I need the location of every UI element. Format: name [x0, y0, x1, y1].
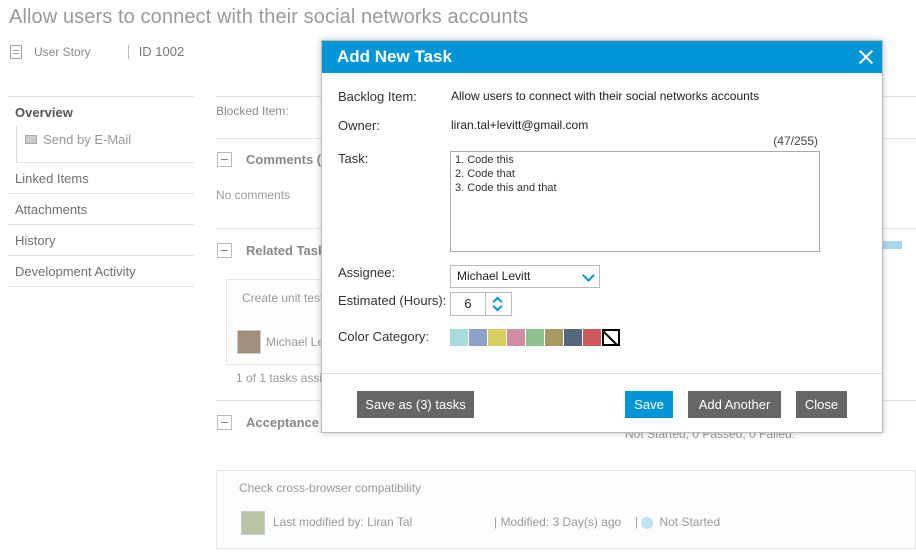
- color-swatch[interactable]: [564, 329, 582, 346]
- close-icon[interactable]: [858, 49, 874, 65]
- save-as-tasks-button[interactable]: Save as (3) tasks: [357, 391, 474, 418]
- related-tasks-section-header: Related Tasks: [217, 243, 332, 258]
- collapse-comments-button[interactable]: [217, 152, 232, 167]
- test-card[interactable]: Check cross-browser compatibility Last m…: [216, 470, 916, 549]
- hours-label: Estimated (Hours):: [338, 293, 447, 308]
- collapse-acceptance-tests-button[interactable]: [217, 415, 232, 430]
- hours-stepper[interactable]: [486, 292, 512, 316]
- nav-linked-items[interactable]: Linked Items: [8, 163, 194, 194]
- owner-value: liran.tal+levitt@gmail.com: [451, 118, 589, 132]
- no-color-swatch[interactable]: [602, 329, 620, 346]
- test-last-modified: Last modified by: Liran Tal: [273, 515, 413, 529]
- send-by-email-link[interactable]: Send by E-Mail: [16, 126, 194, 163]
- nav-attachments[interactable]: Attachments: [8, 194, 194, 225]
- collapse-related-tasks-button[interactable]: [217, 243, 232, 258]
- avatar: [237, 330, 261, 354]
- nav-development-activity[interactable]: Development Activity: [8, 256, 194, 287]
- test-card-title: Check cross-browser compatibility: [239, 481, 422, 495]
- item-id: ID 1002: [138, 44, 185, 59]
- page-title: Allow users to connect with their social…: [9, 6, 529, 28]
- test-modified: | Modified: 3 Day(s) ago: [494, 515, 622, 529]
- meta-separator: [127, 44, 129, 59]
- assignee-label: Assignee:: [338, 265, 396, 280]
- left-nav: Overview Send by E-Mail Linked Items Att…: [8, 96, 194, 287]
- color-swatches: [450, 329, 620, 346]
- blocked-item-label: Blocked Item:: [216, 104, 289, 118]
- comments-section-header: Comments (0: [217, 152, 328, 167]
- assignee-value: Michael Levitt: [457, 269, 531, 283]
- nav-history[interactable]: History: [8, 225, 194, 256]
- color-category-label: Color Category:: [338, 329, 430, 344]
- item-meta: User Story ID 1002: [10, 44, 184, 59]
- task-textarea[interactable]: [450, 151, 820, 252]
- not-started-icon: [641, 516, 654, 529]
- no-comments-text: No comments: [216, 188, 291, 202]
- user-story-icon: [10, 44, 22, 59]
- tasks-count: 1 of 1 tasks assi: [236, 371, 323, 385]
- save-button[interactable]: Save: [625, 391, 673, 418]
- mail-icon: [25, 135, 37, 144]
- test-modified-text: Modified: 3 Day(s) ago: [500, 515, 622, 529]
- send-by-email-label: Send by E-Mail: [43, 132, 132, 147]
- add-new-task-dialog: Add New Task Backlog Item: Allow users t…: [321, 40, 883, 433]
- task-card[interactable]: Create unit tests Michael Lev: [226, 279, 336, 365]
- dialog-footer-divider: [322, 373, 882, 374]
- close-button[interactable]: Close: [796, 391, 847, 418]
- test-status: | Not Started: [635, 515, 721, 529]
- owner-label: Owner:: [338, 118, 380, 133]
- color-swatch[interactable]: [583, 329, 601, 346]
- item-type-label: User Story: [34, 44, 91, 59]
- color-swatch[interactable]: [488, 329, 506, 346]
- color-swatch[interactable]: [545, 329, 563, 346]
- test-status-text: Not Started: [659, 515, 721, 529]
- comments-title: Comments (0: [246, 152, 329, 167]
- assignee-select[interactable]: Michael Levitt: [450, 265, 600, 288]
- chevron-down-icon[interactable]: [492, 301, 503, 312]
- progress-bar: [882, 241, 902, 249]
- acceptance-tests-title: Acceptance T: [246, 415, 331, 430]
- color-swatch[interactable]: [450, 329, 468, 346]
- task-label: Task:: [338, 151, 369, 166]
- task-card-title: Create unit tests: [242, 291, 330, 305]
- related-tasks-title: Related Tasks: [246, 243, 333, 258]
- hours-input[interactable]: 6: [450, 292, 486, 316]
- avatar: [241, 511, 265, 535]
- color-swatch[interactable]: [507, 329, 525, 346]
- backlog-item-value: Allow users to connect with their social…: [451, 89, 760, 103]
- dialog-title: Add New Task: [337, 47, 452, 66]
- char-counter: (47/255): [773, 134, 818, 148]
- acceptance-tests-section-header: Acceptance T: [217, 415, 331, 430]
- dialog-header: Add New Task: [322, 41, 882, 73]
- chevron-down-icon: [582, 269, 595, 282]
- color-swatch[interactable]: [526, 329, 544, 346]
- backlog-item-label: Backlog Item:: [338, 89, 417, 104]
- nav-overview[interactable]: Overview: [8, 97, 194, 126]
- add-another-button[interactable]: Add Another: [688, 391, 781, 418]
- color-swatch[interactable]: [469, 329, 487, 346]
